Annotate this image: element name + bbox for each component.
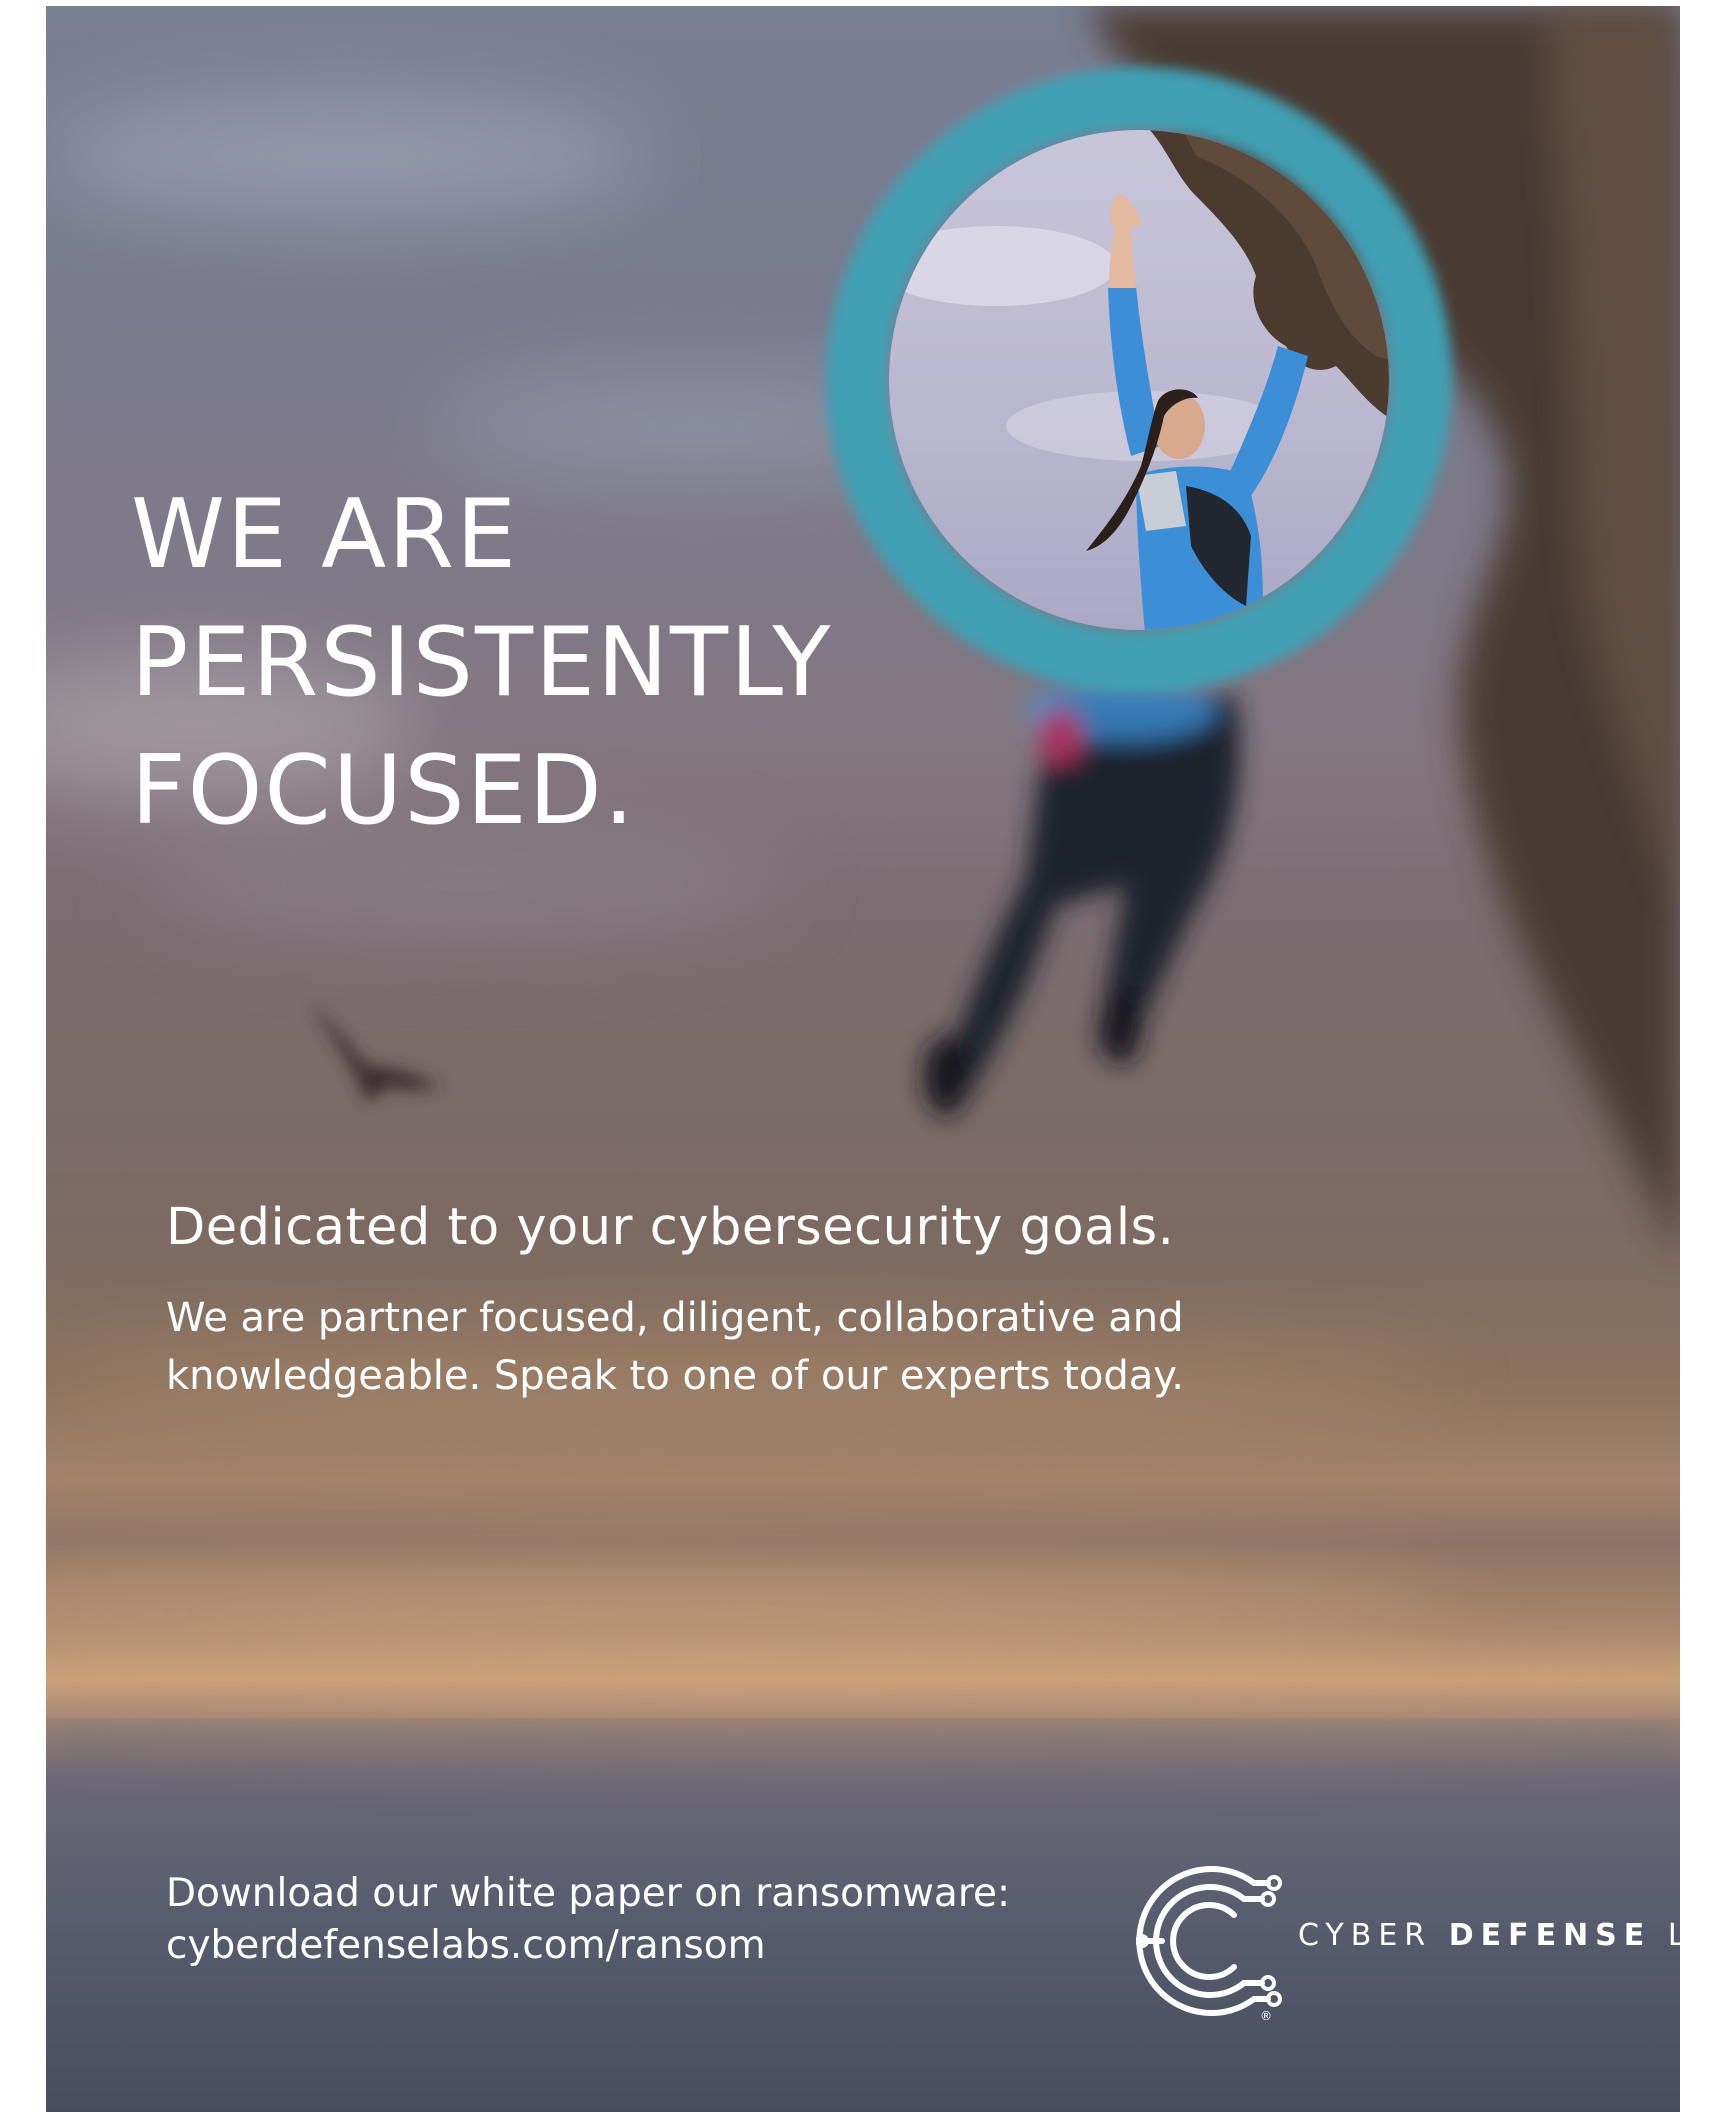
- focus-lens: [826, 67, 1452, 693]
- body-copy: We are partner focused, diligent, collab…: [166, 1289, 1366, 1405]
- subhead: Dedicated to your cybersecurity goals.: [166, 1198, 1175, 1257]
- headline-line-2: PERSISTENTLY: [131, 608, 833, 718]
- cta-url[interactable]: cyberdefenselabs.com/ransom: [166, 1920, 1010, 1972]
- brand-word-labs: LABS: [1668, 1918, 1680, 1953]
- ad-poster: WE ARE PERSISTENTLY FOCUSED. Dedicated t…: [46, 6, 1680, 2112]
- headline-line-3: FOCUSED.: [131, 736, 636, 846]
- body-line-1: We are partner focused, diligent, collab…: [166, 1295, 1184, 1341]
- call-to-action: Download our white paper on ransomware: …: [166, 1868, 1010, 1972]
- circuit-c-logo-icon: [1136, 1866, 1282, 2016]
- headline: WE ARE PERSISTENTLY FOCUSED.: [131, 471, 832, 855]
- body-line-2: knowledgeable. Speak to one of our exper…: [166, 1353, 1184, 1399]
- registered-mark: ®: [1260, 2009, 1272, 2023]
- cta-line-1: Download our white paper on ransomware:: [166, 1871, 1011, 1916]
- brand-word-defense: DEFENSE: [1448, 1918, 1652, 1953]
- brand-word-cyber: CYBER: [1298, 1918, 1433, 1953]
- headline-line-1: WE ARE: [131, 480, 519, 590]
- brand-logo: CYBER DEFENSE LABS ®: [1136, 1861, 1680, 2023]
- brand-wordmark: CYBER DEFENSE LABS: [1298, 1918, 1680, 1953]
